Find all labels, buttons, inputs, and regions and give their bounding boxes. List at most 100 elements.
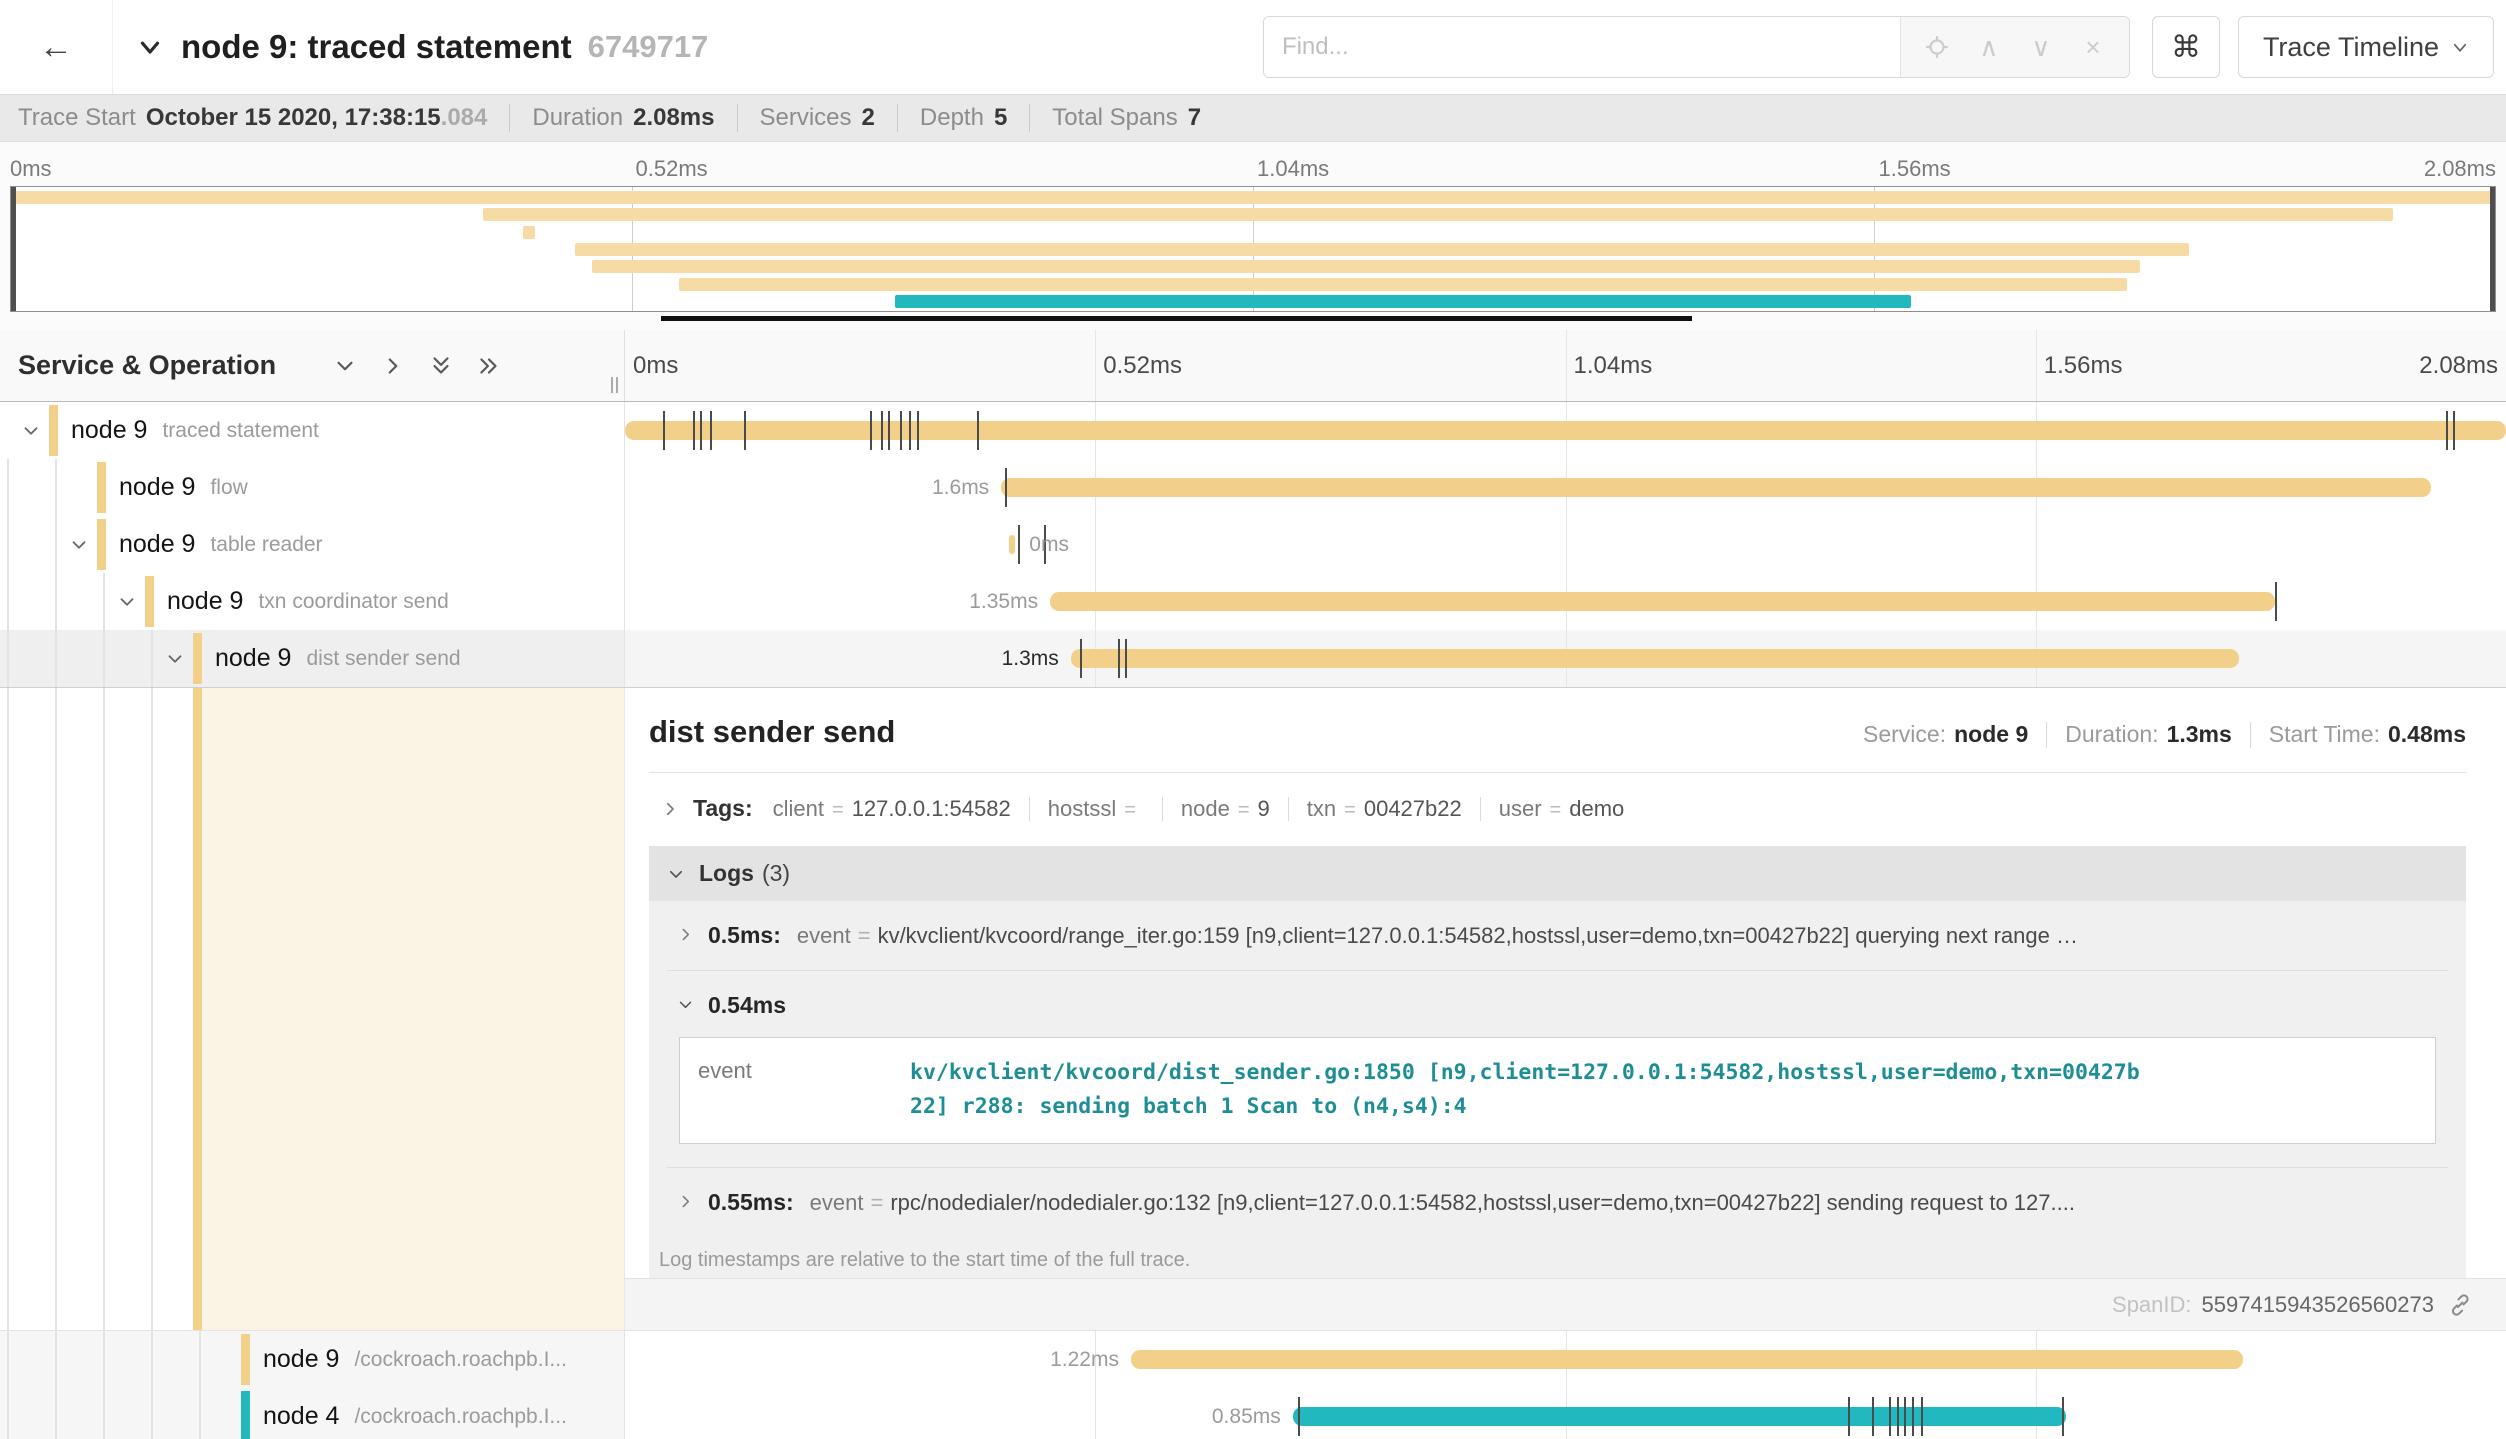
indent-guide	[151, 630, 153, 687]
log-marker-tick	[710, 411, 712, 450]
indent-guide	[199, 1388, 201, 1439]
minimap-tick-label: 2.08ms	[2424, 156, 2496, 182]
chevron-down-icon[interactable]	[164, 648, 186, 670]
selected-span-color-band	[193, 688, 202, 1330]
chevron-down-icon[interactable]	[116, 591, 138, 613]
timeline-minimap[interactable]: 0ms0.52ms1.04ms1.56ms2.08ms	[0, 142, 2506, 330]
chevron-down-icon[interactable]	[68, 534, 90, 556]
span-color-bar	[49, 405, 58, 456]
span-row[interactable]: node 9traced statement	[0, 402, 2506, 459]
span-row[interactable]: node 9flow1.6ms	[0, 459, 2506, 516]
log-field-key: event	[680, 1038, 910, 1143]
span-row[interactable]: node 9table reader0ms	[0, 516, 2506, 573]
span-duration-bar[interactable]	[625, 421, 2506, 440]
span-row-timeline-cell[interactable]: 1.22ms	[625, 1331, 2506, 1388]
tag-separator	[1162, 797, 1163, 821]
span-row[interactable]: node 4/cockroach.roachpb.I...0.85ms	[0, 1388, 2506, 1439]
collapse-all-icon[interactable]	[428, 353, 454, 379]
minimap-scrollbar[interactable]	[661, 316, 1692, 321]
span-operation-name: /cockroach.roachpb.I...	[354, 1348, 566, 1372]
log-marker-tick	[2062, 1397, 2064, 1436]
collapse-one-icon[interactable]	[332, 353, 358, 379]
span-row[interactable]: node 9txn coordinator send1.35ms	[0, 573, 2506, 630]
span-row-timeline-cell[interactable]: 1.3ms	[625, 630, 2506, 687]
span-row-tree-cell[interactable]: node 4/cockroach.roachpb.I...	[0, 1388, 625, 1439]
clear-search-icon[interactable]: ×	[2067, 32, 2119, 63]
log-timestamp: 0.54ms	[708, 992, 786, 1019]
log-entry-toggle[interactable]: 0.5ms:event=kv/kvclient/kvcoord/range_it…	[677, 922, 2438, 949]
chevron-down-icon[interactable]	[20, 420, 42, 442]
next-result-icon[interactable]: ∨	[2015, 32, 2067, 63]
meta-separator	[2046, 722, 2047, 748]
minimap-left-handle[interactable]	[11, 187, 16, 311]
span-row-tree-cell[interactable]: node 9dist sender send	[0, 630, 625, 687]
minimap-right-handle[interactable]	[2490, 187, 2495, 311]
log-entry-toggle[interactable]: 0.54ms	[677, 992, 2438, 1019]
span-row-tree-cell[interactable]: node 9traced statement	[0, 402, 625, 459]
meta-label: Start Time:	[2269, 721, 2380, 748]
summary-item-value: 5	[994, 104, 1007, 132]
span-row-timeline-cell[interactable]	[625, 402, 2506, 459]
span-row-tree-cell[interactable]: node 9/cockroach.roachpb.I...	[0, 1331, 625, 1388]
meta-value: node 9	[1954, 721, 2028, 748]
tag-value: 00427b22	[1364, 796, 1462, 822]
span-duration-bar[interactable]	[1050, 592, 2275, 611]
meta-label: Duration:	[2065, 721, 2158, 748]
span-row-tree-cell[interactable]: node 9table reader	[0, 516, 625, 573]
span-row-timeline-cell[interactable]: 1.35ms	[625, 573, 2506, 630]
log-marker-tick	[2275, 582, 2277, 621]
span-row-timeline-cell[interactable]: 1.6ms	[625, 459, 2506, 516]
logs-header[interactable]: Logs (3)	[649, 846, 2466, 901]
log-marker-tick	[870, 411, 872, 450]
span-row[interactable]: node 9/cockroach.roachpb.I...1.22ms	[0, 1331, 2506, 1388]
back-button[interactable]: ←	[0, 0, 113, 94]
span-row-labels: node 9/cockroach.roachpb.I...	[263, 1331, 620, 1388]
deep-link-icon[interactable]	[2448, 1293, 2472, 1317]
log-marker-tick	[917, 411, 919, 450]
prev-result-icon[interactable]: ∧	[1963, 32, 2015, 63]
span-row-timeline-cell[interactable]: 0.85ms	[625, 1388, 2506, 1439]
timeline-gridline	[1095, 516, 1096, 573]
summary-item-suffix: .084	[441, 104, 488, 132]
log-timestamp: 0.55ms:	[708, 1189, 794, 1216]
span-color-bar	[97, 462, 106, 513]
span-rows-bottom: node 9/cockroach.roachpb.I...1.22msnode …	[0, 1330, 2506, 1439]
log-marker-tick	[1897, 1397, 1899, 1436]
log-marker-tick	[888, 411, 890, 450]
span-row-timeline-cell[interactable]: 0ms	[625, 516, 2506, 573]
tag-item: user=demo	[1499, 796, 1625, 822]
log-marker-tick	[881, 411, 883, 450]
find-group: ∧ ∨ ×	[1263, 16, 2130, 78]
detail-divider	[649, 772, 2466, 773]
span-duration-bar[interactable]	[1071, 649, 2239, 668]
trace-view-selector[interactable]: Trace Timeline	[2238, 16, 2494, 78]
span-row[interactable]: node 9dist sender send1.3ms	[0, 630, 2506, 687]
trace-id: 6749717	[588, 29, 709, 65]
tags-row[interactable]: Tags: client=127.0.0.1:54582hostssl=node…	[649, 791, 2466, 824]
keyboard-shortcuts-button[interactable]: ⌘	[2152, 16, 2220, 78]
log-field-value: kv/kvclient/kvcoord/range_iter.go:159 [n…	[878, 923, 2078, 948]
timeline-tick-label: 1.04ms	[1574, 352, 1653, 380]
span-duration-bar[interactable]	[1001, 478, 2431, 497]
span-duration-bar[interactable]	[1131, 1350, 2243, 1369]
minimap-canvas[interactable]	[10, 186, 2496, 312]
indent-guide	[103, 688, 105, 1330]
log-entry-toggle[interactable]: 0.55ms:event=rpc/nodedialer/nodedialer.g…	[677, 1189, 2438, 1216]
span-row-tree-cell[interactable]: node 9flow	[0, 459, 625, 516]
span-service-name: node 4	[263, 1402, 339, 1431]
span-duration-bar[interactable]	[1293, 1407, 2066, 1426]
span-operation-name: txn coordinator send	[258, 590, 448, 614]
indent-guide	[103, 1388, 105, 1439]
find-input[interactable]	[1264, 17, 1900, 77]
summary-item-label: Depth	[920, 104, 984, 132]
collapse-trace-chevron-icon[interactable]	[135, 32, 165, 62]
locate-icon[interactable]	[1911, 34, 1963, 60]
tag-equals: =	[832, 799, 844, 822]
log-marker-tick	[2446, 411, 2448, 450]
chevron-down-icon	[677, 996, 694, 1013]
span-duration-bar[interactable]	[1009, 535, 1016, 554]
span-row-tree-cell[interactable]: node 9txn coordinator send	[0, 573, 625, 630]
expand-all-icon[interactable]	[476, 353, 502, 379]
column-resizer-handle[interactable]	[608, 377, 618, 393]
expand-one-icon[interactable]	[380, 353, 406, 379]
